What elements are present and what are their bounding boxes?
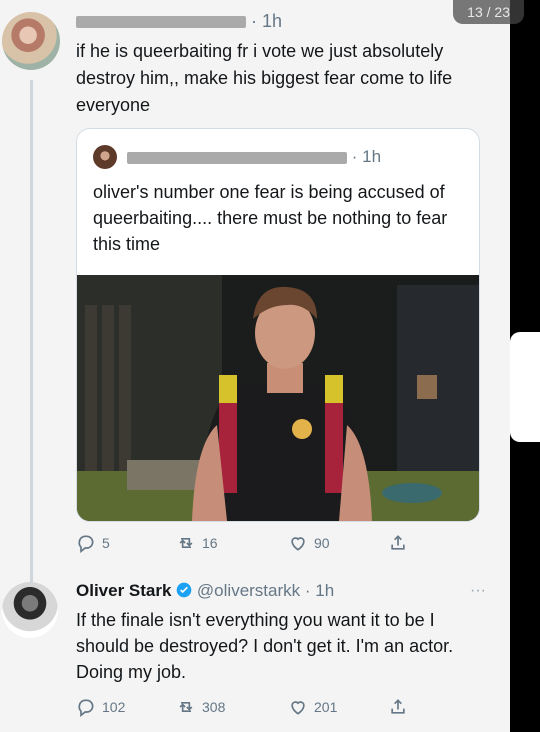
reply-count: 5	[102, 535, 110, 551]
quote-actions: 5 16 90	[76, 530, 426, 556]
retweet-count: 308	[202, 699, 226, 715]
quoted-tweet[interactable]: · 1h oliver's number one fear is being a…	[76, 128, 480, 522]
retweet-icon	[179, 702, 193, 712]
reply-actions: 102 308 201	[76, 694, 426, 720]
share-icon	[391, 699, 405, 714]
reply-button[interactable]: 102	[76, 694, 125, 720]
quoted-avatar	[93, 145, 117, 169]
tweet-header: · 1h	[76, 11, 282, 32]
reply-icon	[78, 535, 94, 553]
like-icon	[291, 701, 305, 715]
reply-button[interactable]: 5	[76, 530, 110, 556]
retweet-button[interactable]: 308	[176, 694, 225, 720]
tweet-text: if he is queerbaiting fr i vote we just …	[76, 41, 453, 115]
redacted-username	[127, 151, 347, 164]
quoted-image[interactable]	[77, 275, 479, 521]
avatar[interactable]	[2, 12, 60, 70]
retweet-button[interactable]: 16	[176, 530, 218, 556]
reply-tweet: Oliver Stark @oliverstarkk · 1h ··· If t…	[76, 579, 486, 685]
quoted-text: oliver's number one fear is being accuse…	[93, 182, 448, 254]
like-button[interactable]: 201	[288, 694, 337, 720]
screenshot-photo: · 1h if he is queerbaiting fr i vote we …	[0, 0, 512, 732]
retweet-count: 16	[202, 535, 218, 551]
reply-count: 102	[102, 699, 126, 715]
share-button[interactable]	[388, 530, 408, 556]
like-count: 90	[314, 535, 330, 551]
display-name[interactable]: Oliver Stark	[76, 581, 171, 600]
retweet-icon	[179, 538, 193, 548]
redacted-username	[76, 16, 246, 29]
quoted-time: 1h	[362, 147, 382, 166]
share-button[interactable]	[388, 694, 408, 720]
reply-time: 1h	[315, 581, 335, 600]
like-count: 201	[314, 699, 338, 715]
side-card-fragment	[510, 332, 540, 442]
verified-icon	[176, 582, 192, 598]
handle: @oliverstarkk	[196, 581, 301, 600]
reply-header: Oliver Stark @oliverstarkk · 1h ···	[76, 579, 486, 603]
like-icon	[291, 537, 305, 551]
image-counter: 13 / 23	[453, 0, 524, 24]
more-icon[interactable]: ···	[470, 579, 486, 603]
reply-icon	[78, 699, 94, 717]
tweet-time: 1h	[262, 11, 283, 31]
like-button[interactable]: 90	[288, 530, 330, 556]
oliver-avatar[interactable]	[2, 582, 58, 638]
share-icon	[391, 535, 405, 550]
reply-text: If the finale isn't everything you want …	[76, 610, 454, 682]
quoted-header: · 1h	[127, 147, 381, 167]
thread-line	[30, 80, 33, 585]
